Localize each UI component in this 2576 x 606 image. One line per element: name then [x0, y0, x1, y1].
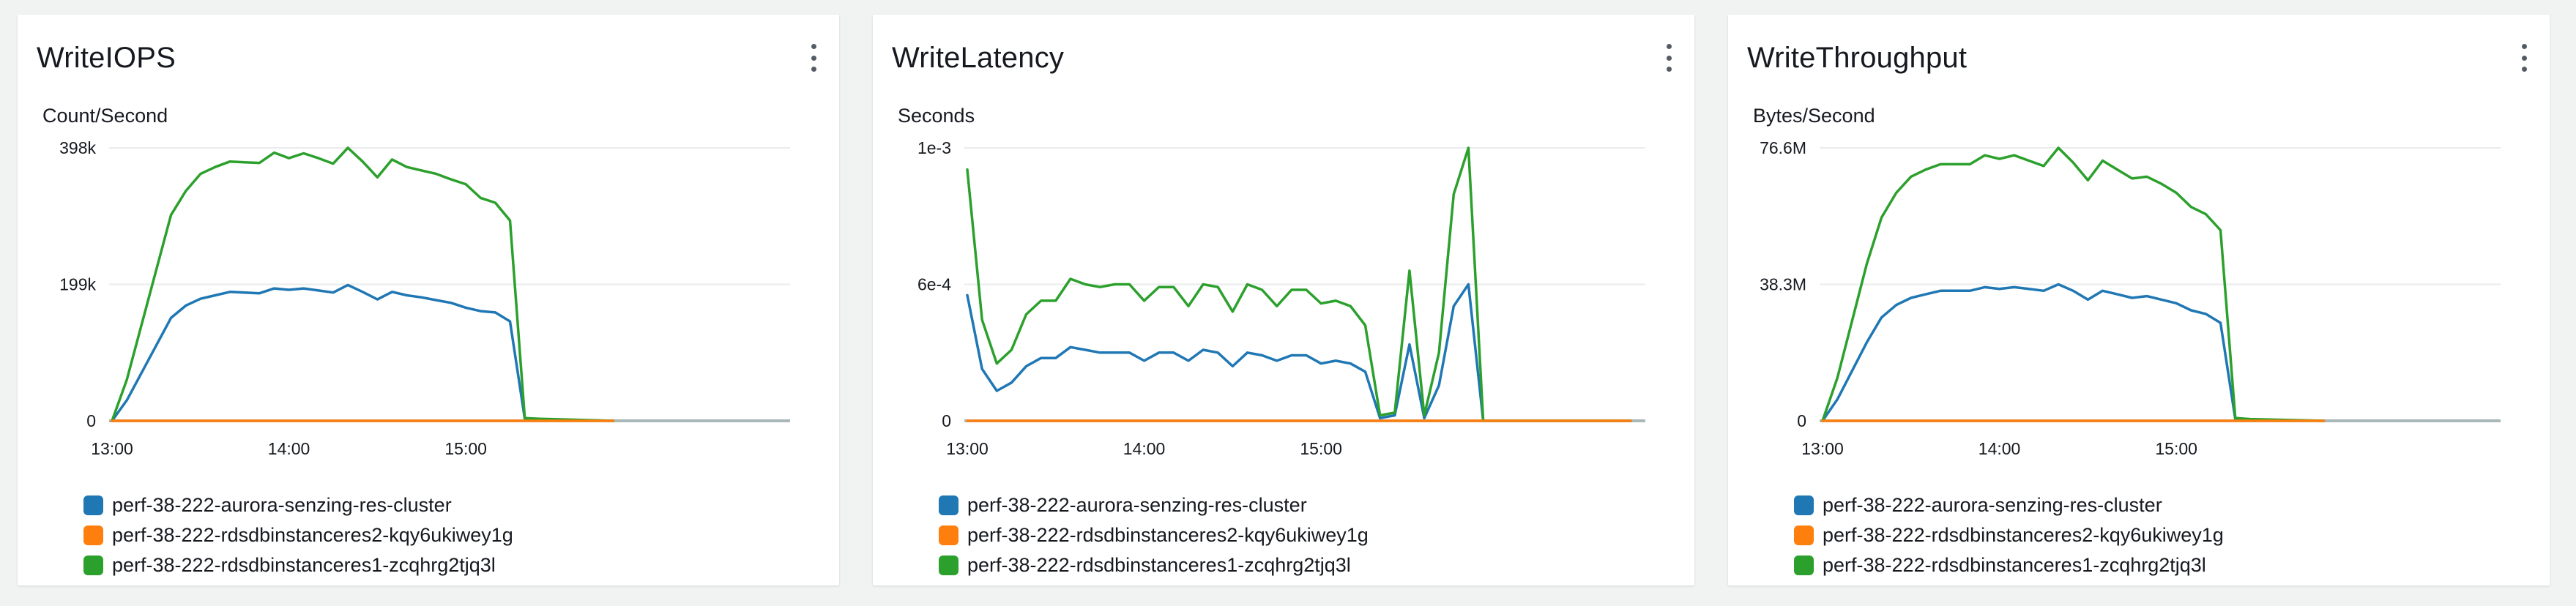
legend-swatch — [83, 556, 103, 575]
y-tick-label: 1e-3 — [917, 138, 951, 157]
legend-item-instance-res2[interactable]: perf-38-222-rdsdbinstanceres2-kqy6ukiwey… — [1794, 520, 2224, 550]
legend-label: perf-38-222-rdsdbinstanceres1-zcqhrg2tjq… — [1823, 554, 2206, 576]
y-tick-label: 0 — [942, 411, 951, 430]
chart-write-throughput: 0 38.3M 76.6M 13:00 14:00 15:00 — [1760, 138, 2501, 458]
x-tick-label: 15:00 — [1300, 439, 1342, 458]
x-tick-label: 15:00 — [444, 439, 487, 458]
x-tick-label: 13:00 — [1801, 439, 1844, 458]
legend-label: perf-38-222-aurora-senzing-res-cluster — [112, 494, 452, 516]
legend-swatch — [939, 525, 958, 545]
legend-label: perf-38-222-rdsdbinstanceres2-kqy6ukiwey… — [967, 524, 1369, 546]
widget-write-throughput: WriteThroughput Bytes/Second 0 38.3M 76.6M… — [1728, 15, 2550, 586]
widget-write-latency: WriteLatency Seconds 0 6e-4 1e-3 13:00 14:00… — [873, 15, 1694, 586]
legend-label: perf-38-222-aurora-senzing-res-cluster — [967, 494, 1307, 516]
chart-write-iops: 0 199k 398k 13:00 14:00 15:00 — [59, 138, 790, 458]
legend-item-aurora-cluster[interactable]: perf-38-222-aurora-senzing-res-cluster — [83, 490, 513, 520]
legend-swatch — [1794, 495, 1814, 515]
legend-label: perf-38-222-aurora-senzing-res-cluster — [1823, 494, 2162, 516]
x-tick-label: 14:00 — [268, 439, 310, 458]
legend-item-aurora-cluster[interactable]: perf-38-222-aurora-senzing-res-cluster — [939, 490, 1369, 520]
y-tick-label: 76.6M — [1760, 138, 1806, 157]
widget-write-iops: WriteIOPS Count/Second 0 199k 398k 13:00 14:… — [18, 15, 839, 586]
legend-item-instance-res1[interactable]: perf-38-222-rdsdbinstanceres1-zcqhrg2tjq… — [1794, 550, 2224, 580]
series-line — [1821, 283, 2326, 422]
x-tick-label: 13:00 — [91, 439, 133, 458]
legend-label: perf-38-222-rdsdbinstanceres1-zcqhrg2tjq… — [112, 554, 496, 576]
series-line — [111, 283, 615, 422]
legend-label: perf-38-222-rdsdbinstanceres1-zcqhrg2tjq… — [967, 554, 1351, 576]
chart-write-latency: 0 6e-4 1e-3 13:00 14:00 15:00 — [917, 138, 1645, 458]
x-tick-label: 14:00 — [1978, 439, 2021, 458]
y-tick-label: 0 — [1797, 411, 1806, 430]
legend: perf-38-222-aurora-senzing-res-cluster p… — [939, 490, 1369, 580]
legend-item-instance-res2[interactable]: perf-38-222-rdsdbinstanceres2-kqy6ukiwey… — [939, 520, 1369, 550]
legend-swatch — [1794, 556, 1814, 575]
y-tick-label: 0 — [86, 411, 96, 430]
x-tick-label: 13:00 — [946, 439, 989, 458]
legend-item-aurora-cluster[interactable]: perf-38-222-aurora-senzing-res-cluster — [1794, 490, 2224, 520]
legend-label: perf-38-222-rdsdbinstanceres2-kqy6ukiwey… — [112, 524, 513, 546]
legend-swatch — [939, 495, 958, 515]
dashboard: WriteIOPS Count/Second 0 199k 398k 13:00 14:… — [0, 0, 2576, 606]
legend-item-instance-res2[interactable]: perf-38-222-rdsdbinstanceres2-kqy6ukiwey… — [83, 520, 513, 550]
x-tick-label: 15:00 — [2155, 439, 2197, 458]
x-tick-label: 14:00 — [1123, 439, 1166, 458]
y-tick-label: 398k — [59, 138, 96, 157]
legend-item-instance-res1[interactable]: perf-38-222-rdsdbinstanceres1-zcqhrg2tjq… — [83, 550, 513, 580]
legend-swatch — [1794, 525, 1814, 545]
legend-item-instance-res1[interactable]: perf-38-222-rdsdbinstanceres1-zcqhrg2tjq… — [939, 550, 1369, 580]
legend: perf-38-222-aurora-senzing-res-cluster p… — [83, 490, 513, 580]
legend-swatch — [83, 495, 103, 515]
legend: perf-38-222-aurora-senzing-res-cluster p… — [1794, 490, 2224, 580]
y-tick-label: 38.3M — [1760, 275, 1806, 294]
y-tick-label: 6e-4 — [917, 275, 951, 294]
legend-label: perf-38-222-rdsdbinstanceres2-kqy6ukiwey… — [1823, 524, 2224, 546]
legend-swatch — [83, 525, 103, 545]
series-line — [966, 283, 1632, 422]
legend-swatch — [939, 556, 958, 575]
y-tick-label: 199k — [59, 275, 96, 294]
